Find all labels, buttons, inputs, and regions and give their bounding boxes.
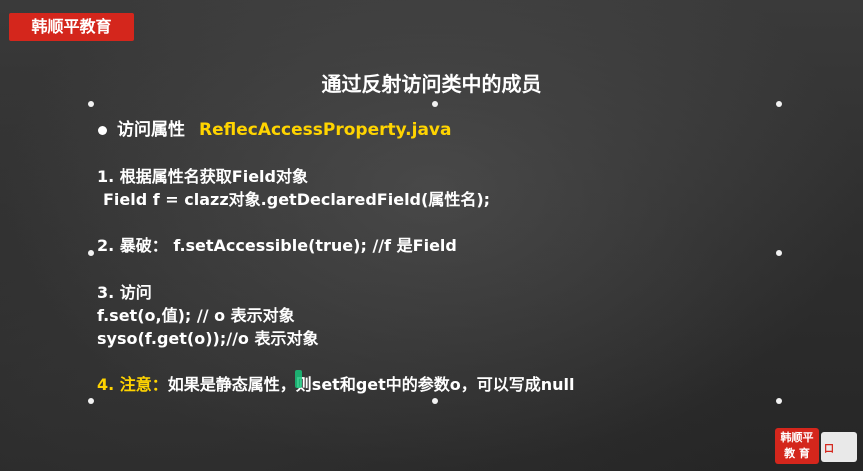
logo-line-1: 韩顺平: [780, 431, 814, 444]
selection-handle[interactable]: [432, 398, 438, 404]
step-3-set: f.set(o,值); // o 表示对象: [97, 306, 295, 325]
step-4-line: 4. 注意：如果是静态属性，则set和get中的参数o，可以写成null: [97, 371, 575, 395]
selection-handle[interactable]: [88, 101, 94, 107]
step-4-text: 如果是静态属性，则set和get中的参数o，可以写成null: [167, 375, 575, 394]
section-label: 访问属性: [117, 120, 185, 140]
section-file: ReflecAccessProperty.java: [199, 120, 452, 140]
step-1-code: Field f = clazz对象.getDeclaredField(属性名);: [103, 190, 491, 209]
step-4-label: 4. 注意：: [97, 375, 168, 394]
step-2-line: 2. 暴破： f.setAccessible(true); //f 是Field: [97, 236, 457, 255]
selection-handle[interactable]: [776, 101, 782, 107]
brand-logo: 韩顺平 教 育: [775, 428, 819, 464]
step-3-get: syso(f.get(o));//o 表示对象: [97, 329, 319, 348]
text-cursor-icon: [295, 370, 302, 388]
brand-badge: 韩顺平教育: [9, 13, 134, 41]
bullet-icon: [98, 125, 107, 135]
logo-side-text: 口: [824, 444, 834, 455]
section-heading: 访问属性 ReflecAccessProperty.java: [98, 115, 451, 140]
selection-handle[interactable]: [88, 398, 94, 404]
selection-handle[interactable]: [776, 250, 782, 256]
selection-handle[interactable]: [432, 101, 438, 107]
step-1-title: 1. 根据属性名获取Field对象: [97, 167, 308, 186]
selection-handle[interactable]: [88, 250, 94, 256]
logo-line-2: 教 育: [784, 447, 810, 460]
step-3-title: 3. 访问: [97, 283, 152, 302]
selection-handle[interactable]: [776, 398, 782, 404]
slide-title: 通过反射访问类中的成员: [321, 72, 542, 96]
